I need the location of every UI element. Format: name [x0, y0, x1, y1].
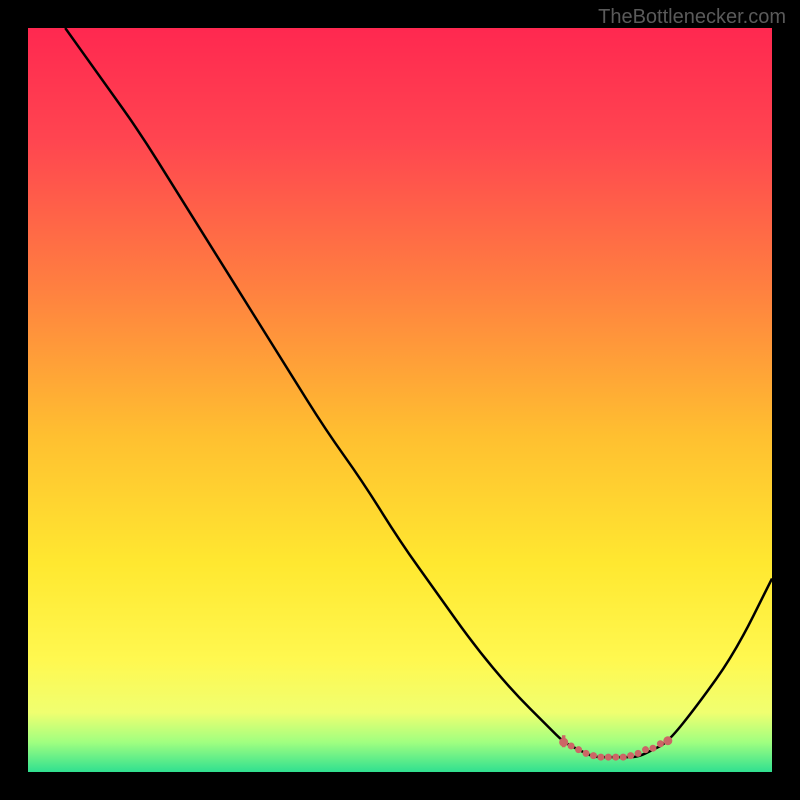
- marker-dot: [568, 742, 575, 749]
- marker-dot: [657, 740, 664, 747]
- marker-dot: [583, 750, 590, 757]
- marker-dot: [559, 738, 568, 747]
- marker-dot: [575, 746, 582, 753]
- marker-dot: [627, 752, 634, 759]
- marker-dot: [597, 754, 604, 761]
- marker-dot: [649, 745, 656, 752]
- marker-dot: [642, 746, 649, 753]
- marker-dot: [605, 754, 612, 761]
- marker-dot: [620, 754, 627, 761]
- marker-dot: [635, 750, 642, 757]
- marker-dot: [663, 736, 672, 745]
- curve-overlay: [28, 28, 772, 772]
- marker-dots: [559, 735, 672, 760]
- marker-dot: [590, 752, 597, 759]
- marker-dot: [612, 754, 619, 761]
- chart-area: [28, 28, 772, 772]
- bottleneck-curve: [65, 28, 772, 757]
- watermark-text: TheBottlenecker.com: [598, 6, 786, 29]
